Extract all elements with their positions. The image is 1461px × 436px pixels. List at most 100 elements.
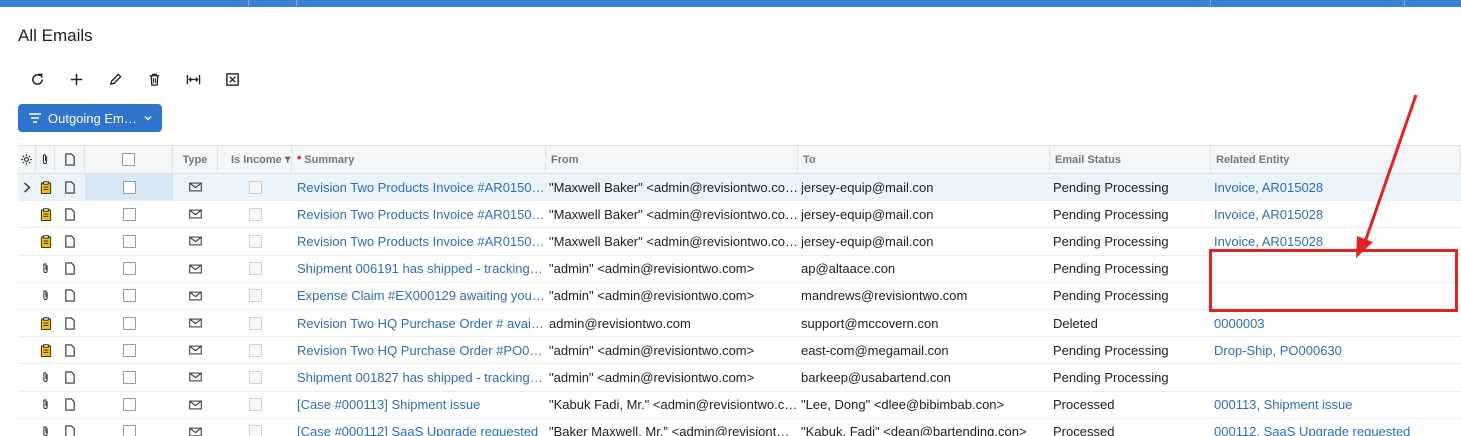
- related-entity-link[interactable]: Invoice, AR015028: [1214, 207, 1461, 222]
- row-attachment[interactable]: [36, 337, 55, 363]
- summary-link[interactable]: Shipment 001827 has shipped - tracking i…: [297, 370, 546, 385]
- row-related[interactable]: Invoice, AR015028: [1211, 201, 1461, 227]
- header-related-entity[interactable]: Related Entity: [1211, 146, 1461, 173]
- row-related[interactable]: 000113, Shipment issue: [1211, 392, 1461, 418]
- row-checkbox[interactable]: [122, 289, 136, 303]
- row-checkbox[interactable]: [122, 370, 136, 384]
- header-select-all[interactable]: [85, 146, 173, 173]
- row-summary[interactable]: Shipment 001827 has shipped - tracking i…: [292, 364, 546, 390]
- summary-link[interactable]: [Case #000113] Shipment issue: [297, 397, 546, 412]
- row-attachment[interactable]: [36, 228, 55, 254]
- table-row[interactable]: [Case #000112] SaaS Upgrade requested "Ba…: [18, 419, 1461, 436]
- row-select[interactable]: [85, 283, 173, 309]
- related-entity-link[interactable]: 000112, SaaS Upgrade requested: [1214, 424, 1461, 436]
- row-attachment[interactable]: [36, 310, 55, 336]
- filter-dropdown-button[interactable]: Outgoing Em…: [18, 104, 162, 132]
- header-to[interactable]: To: [798, 146, 1050, 173]
- row-select[interactable]: [85, 201, 173, 227]
- row-expander[interactable]: [18, 392, 36, 418]
- header-settings[interactable]: [18, 146, 36, 173]
- row-notes[interactable]: [55, 419, 85, 436]
- row-notes[interactable]: [55, 337, 85, 363]
- summary-link[interactable]: Revision Two Products Invoice #AR015028: [297, 234, 546, 249]
- row-attachment[interactable]: [36, 174, 55, 200]
- row-checkbox[interactable]: [122, 207, 136, 221]
- row-attachment[interactable]: [36, 364, 55, 390]
- header-email-status[interactable]: Email Status: [1050, 146, 1211, 173]
- header-from[interactable]: From: [546, 146, 798, 173]
- row-expander[interactable]: [18, 310, 36, 336]
- row-summary[interactable]: Revision Two Products Invoice #AR015028: [292, 201, 546, 227]
- row-checkbox[interactable]: [122, 180, 136, 194]
- row-notes[interactable]: [55, 283, 85, 309]
- row-checkbox[interactable]: [122, 343, 136, 357]
- row-notes[interactable]: [55, 364, 85, 390]
- row-expander[interactable]: [18, 201, 36, 227]
- delete-button[interactable]: [135, 68, 174, 90]
- table-row[interactable]: Revision Two HQ Purchase Order #PO000630…: [18, 337, 1461, 365]
- related-entity-link[interactable]: Invoice, AR015028: [1214, 234, 1461, 249]
- row-related[interactable]: [1211, 364, 1461, 390]
- filter-funnel-icon[interactable]: [284, 155, 291, 165]
- row-checkbox[interactable]: [122, 398, 136, 412]
- row-summary[interactable]: Expense Claim #EX000129 awaiting your ap…: [292, 283, 546, 309]
- row-related[interactable]: Invoice, AR015028: [1211, 174, 1461, 200]
- row-notes[interactable]: [55, 228, 85, 254]
- table-row[interactable]: Revision Two HQ Purchase Order # availab…: [18, 310, 1461, 338]
- row-related[interactable]: Drop-Ship, PO000630: [1211, 337, 1461, 363]
- chevron-right-icon[interactable]: [23, 182, 31, 193]
- row-related[interactable]: 0000003: [1211, 310, 1461, 336]
- row-select[interactable]: [85, 364, 173, 390]
- related-entity-link[interactable]: 000113, Shipment issue: [1214, 397, 1461, 412]
- header-summary[interactable]: * Summary: [292, 146, 546, 173]
- row-expander[interactable]: [18, 337, 36, 363]
- row-select[interactable]: [85, 174, 173, 201]
- add-button[interactable]: [57, 68, 96, 90]
- row-select[interactable]: [85, 228, 173, 254]
- row-select[interactable]: [85, 310, 173, 336]
- row-notes[interactable]: [55, 201, 85, 227]
- summary-link[interactable]: Shipment 006191 has shipped - tracking i…: [297, 261, 546, 276]
- row-attachment[interactable]: [36, 201, 55, 227]
- row-summary[interactable]: Revision Two HQ Purchase Order # availab…: [292, 310, 546, 336]
- refresh-button[interactable]: [18, 68, 57, 90]
- summary-link[interactable]: [Case #000112] SaaS Upgrade requested: [297, 424, 546, 436]
- row-checkbox[interactable]: [122, 262, 136, 276]
- related-entity-link[interactable]: 0000003: [1214, 316, 1461, 331]
- table-row[interactable]: Revision Two Products Invoice #AR015028 "…: [18, 174, 1461, 202]
- fit-columns-button[interactable]: [174, 68, 213, 90]
- row-summary[interactable]: [Case #000113] Shipment issue: [292, 392, 546, 418]
- row-notes[interactable]: [55, 174, 85, 200]
- row-expander[interactable]: [18, 174, 36, 200]
- row-expander[interactable]: [18, 283, 36, 309]
- header-type[interactable]: Type: [173, 146, 218, 173]
- related-entity-link[interactable]: Drop-Ship, PO000630: [1214, 343, 1461, 358]
- row-expander[interactable]: [18, 228, 36, 254]
- summary-link[interactable]: Expense Claim #EX000129 awaiting your ap…: [297, 288, 546, 303]
- row-attachment[interactable]: [36, 256, 55, 282]
- header-is-income[interactable]: Is Income: [218, 146, 292, 173]
- row-summary[interactable]: Revision Two Products Invoice #AR015028: [292, 174, 546, 200]
- row-expander[interactable]: [18, 419, 36, 436]
- row-checkbox[interactable]: [122, 234, 136, 248]
- row-summary[interactable]: [Case #000112] SaaS Upgrade requested: [292, 419, 546, 436]
- row-summary[interactable]: Shipment 006191 has shipped - tracking i…: [292, 256, 546, 282]
- row-attachment[interactable]: [36, 283, 55, 309]
- summary-link[interactable]: Revision Two Products Invoice #AR015028: [297, 180, 546, 195]
- row-notes[interactable]: [55, 256, 85, 282]
- row-expander[interactable]: [18, 364, 36, 390]
- row-select[interactable]: [85, 337, 173, 363]
- row-select[interactable]: [85, 419, 173, 436]
- summary-link[interactable]: Revision Two HQ Purchase Order #PO000630: [297, 343, 546, 358]
- row-select[interactable]: [85, 256, 173, 282]
- table-row[interactable]: Shipment 001827 has shipped - tracking i…: [18, 364, 1461, 392]
- row-checkbox[interactable]: [122, 316, 136, 330]
- edit-button[interactable]: [96, 68, 135, 90]
- summary-link[interactable]: Revision Two Products Invoice #AR015028: [297, 207, 546, 222]
- table-row[interactable]: Revision Two Products Invoice #AR015028 "…: [18, 201, 1461, 229]
- summary-link[interactable]: Revision Two HQ Purchase Order # availab…: [297, 316, 546, 331]
- row-select[interactable]: [85, 392, 173, 418]
- related-entity-link[interactable]: Invoice, AR015028: [1214, 180, 1461, 195]
- select-all-checkbox[interactable]: [122, 153, 135, 166]
- row-summary[interactable]: Revision Two HQ Purchase Order #PO000630: [292, 337, 546, 363]
